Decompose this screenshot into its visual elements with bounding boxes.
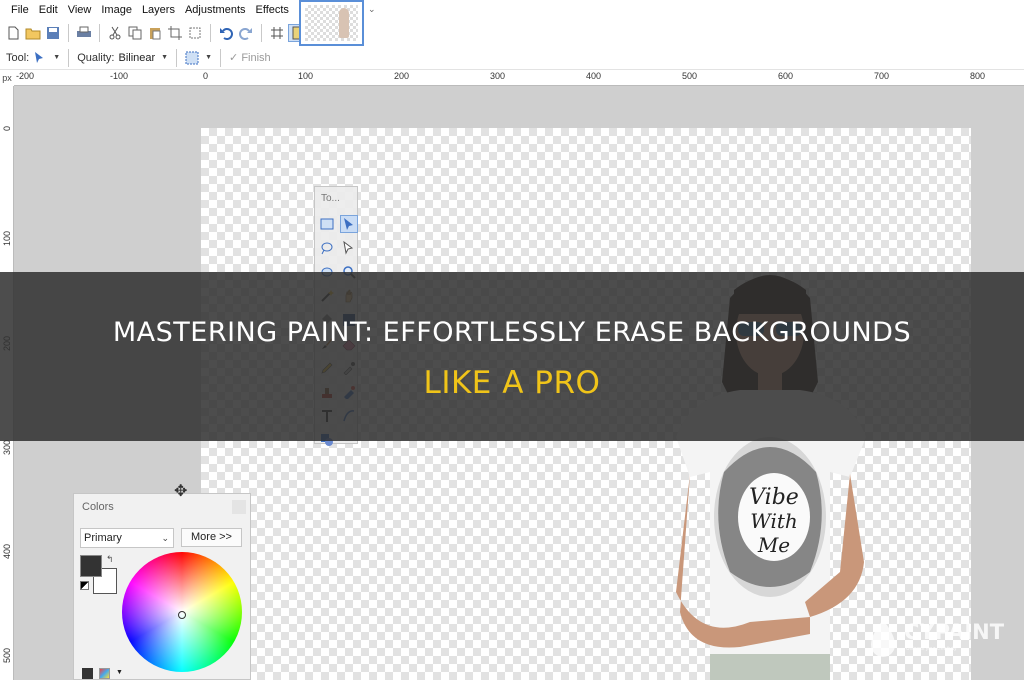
palette-swatch-icon[interactable] xyxy=(99,668,110,679)
deselect-icon[interactable] xyxy=(186,24,204,42)
chevron-down-icon[interactable]: ▼ xyxy=(116,669,123,676)
swap-colors-icon[interactable]: ↰ xyxy=(106,554,114,565)
ruler-label: 500 xyxy=(682,71,698,81)
close-icon[interactable] xyxy=(232,500,246,514)
watermark-text: CYPAINT xyxy=(904,620,1005,644)
primary-secondary-dropdown[interactable]: Primary ⌄ xyxy=(80,528,174,548)
crop-icon[interactable] xyxy=(166,24,184,42)
color-mode-value: Primary xyxy=(84,532,122,544)
main-toolbar xyxy=(0,20,1024,46)
ruler-label: 100 xyxy=(2,231,12,247)
print-icon[interactable] xyxy=(75,24,93,42)
finish-button[interactable]: ✓ Finish xyxy=(229,51,271,64)
primary-color-swatch[interactable] xyxy=(80,555,102,577)
open-folder-icon[interactable] xyxy=(24,24,42,42)
title-banner: MASTERING PAINT: EFFORTLESSLY ERASE BACK… xyxy=(0,272,1024,441)
chevron-down-icon: ▼ xyxy=(161,54,169,61)
quality-value: Bilinear xyxy=(118,51,156,64)
shirt-line-1: Vibe xyxy=(749,485,799,510)
tool-options-bar: Tool: ▼ Quality: Bilinear ▼ ▼ ✓ Finish xyxy=(0,46,1024,70)
ruler-label: 400 xyxy=(2,544,12,560)
paint-drop-icon xyxy=(871,620,895,657)
image-thumbnail-tab[interactable] xyxy=(299,0,364,46)
ruler-label: -100 xyxy=(110,71,129,81)
selection-mode-icon xyxy=(185,51,199,64)
move-selected-icon[interactable] xyxy=(340,239,358,257)
menu-image[interactable]: Image xyxy=(96,0,137,20)
paste-icon[interactable] xyxy=(146,24,164,42)
banner-title-line-1: MASTERING PAINT: EFFORTLESSLY ERASE BACK… xyxy=(112,317,912,348)
colors-panel: Colors Primary ⌄ More >> ↰ ▼ xyxy=(73,493,251,680)
move-selection-icon[interactable] xyxy=(340,215,358,233)
undo-icon[interactable] xyxy=(217,24,235,42)
ruler-label: -200 xyxy=(16,71,35,81)
watermark-logo: CYPAINT Unleash your creativity xyxy=(866,616,1016,666)
chevron-down-icon: ▼ xyxy=(205,54,213,61)
new-file-icon[interactable] xyxy=(4,24,22,42)
tool-selector[interactable]: ▼ xyxy=(33,51,60,65)
grid-icon[interactable] xyxy=(268,24,286,42)
menu-file[interactable]: File xyxy=(6,0,34,20)
redo-icon[interactable] xyxy=(237,24,255,42)
thumbnail-figure xyxy=(339,8,349,38)
ruler-label: 200 xyxy=(394,71,410,81)
colors-panel-title: Colors xyxy=(82,501,114,513)
menu-bar: File Edit View Image Layers Adjustments … xyxy=(0,0,1024,20)
ruler-label: 300 xyxy=(490,71,506,81)
ruler-label: 800 xyxy=(970,71,986,81)
ruler-label: 500 xyxy=(2,648,12,664)
menu-view[interactable]: View xyxy=(63,0,97,20)
horizontal-ruler: -200 -100 0 100 200 300 400 500 600 700 … xyxy=(14,70,1024,86)
menu-layers[interactable]: Layers xyxy=(137,0,180,20)
ruler-label: 700 xyxy=(874,71,890,81)
toolbar-divider xyxy=(176,48,178,67)
toolbar-divider xyxy=(261,24,262,42)
quality-label: Quality: xyxy=(77,51,115,64)
save-icon[interactable] xyxy=(44,24,62,42)
quality-dropdown[interactable]: Bilinear ▼ xyxy=(118,52,168,64)
shirt-line-3: Me xyxy=(757,533,790,557)
toolbar-divider xyxy=(99,24,100,42)
chevron-down-icon: ▼ xyxy=(53,54,61,61)
watermark-tagline: Unleash your creativity xyxy=(906,646,957,652)
menu-adjustments[interactable]: Adjustments xyxy=(180,0,251,20)
ruler-label: 0 xyxy=(2,126,12,132)
ruler-label: 100 xyxy=(298,71,314,81)
cut-icon[interactable] xyxy=(106,24,124,42)
tool-label: Tool: xyxy=(6,51,30,64)
ruler-unit: px xyxy=(0,70,14,86)
chevron-down-icon: ⌄ xyxy=(161,533,169,543)
toolbar-divider xyxy=(210,24,211,42)
ruler-label: 400 xyxy=(586,71,602,81)
toolbar-divider xyxy=(68,48,70,67)
palette-primary-icon[interactable] xyxy=(82,668,93,679)
rectangle-select-icon[interactable] xyxy=(318,215,336,233)
reset-colors-icon[interactable] xyxy=(80,581,89,590)
shirt-line-2: With xyxy=(750,509,798,533)
banner-title-line-2: LIKE A PRO xyxy=(423,365,601,401)
chevron-down-icon[interactable]: ⌄ xyxy=(368,4,376,15)
selection-mode-dropdown[interactable]: ▼ xyxy=(185,51,212,65)
color-wheel-cursor[interactable] xyxy=(178,611,186,619)
ruler-label: 300 xyxy=(2,440,12,456)
menu-edit[interactable]: Edit xyxy=(34,0,63,20)
ruler-label: 0 xyxy=(203,71,209,81)
menu-effects[interactable]: Effects xyxy=(251,0,294,20)
move-cursor-icon: ✥ xyxy=(174,483,188,500)
move-selection-icon xyxy=(35,51,44,63)
toolbar-divider xyxy=(68,24,69,42)
toolbar-divider xyxy=(220,48,222,67)
more-button[interactable]: More >> xyxy=(181,528,242,547)
lasso-icon[interactable] xyxy=(318,239,336,257)
color-wheel[interactable] xyxy=(122,552,242,672)
thumbnail-transparency xyxy=(305,5,358,41)
tools-panel-title: To... xyxy=(321,193,340,204)
ruler-label: 600 xyxy=(778,71,794,81)
copy-icon[interactable] xyxy=(126,24,144,42)
finish-label: Finish xyxy=(241,52,271,64)
